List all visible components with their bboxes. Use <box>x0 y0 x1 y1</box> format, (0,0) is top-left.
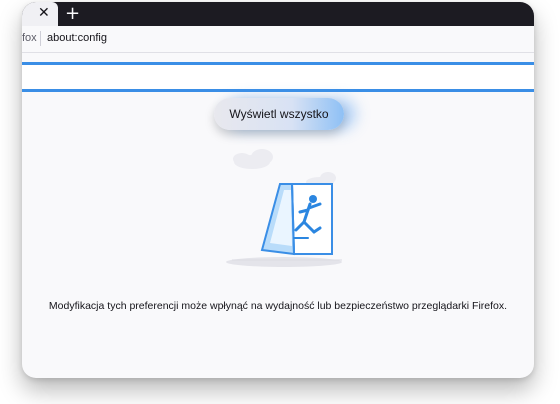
url-bar[interactable]: about:config <box>47 32 107 44</box>
falling-person-sign-icon <box>192 142 372 277</box>
site-identity-label[interactable]: fox <box>22 32 37 44</box>
tab-about-config[interactable]: ✕ <box>22 2 58 26</box>
show-all-button[interactable]: Wyświetl wszystko <box>214 98 344 130</box>
preference-search-box <box>22 62 534 92</box>
url-separator <box>40 31 41 46</box>
preference-search-input[interactable] <box>22 65 534 89</box>
tab-close-icon[interactable]: ✕ <box>38 5 50 21</box>
browser-window: ✕ + fox about:config Wyświetl wszystko M… <box>22 2 534 378</box>
navigation-bar: fox about:config <box>22 26 534 53</box>
tab-bar: ✕ + <box>22 2 534 26</box>
warning-message: Modyfikacja tych preferencji może wpłyną… <box>48 300 508 312</box>
new-tab-button[interactable]: + <box>65 2 80 26</box>
